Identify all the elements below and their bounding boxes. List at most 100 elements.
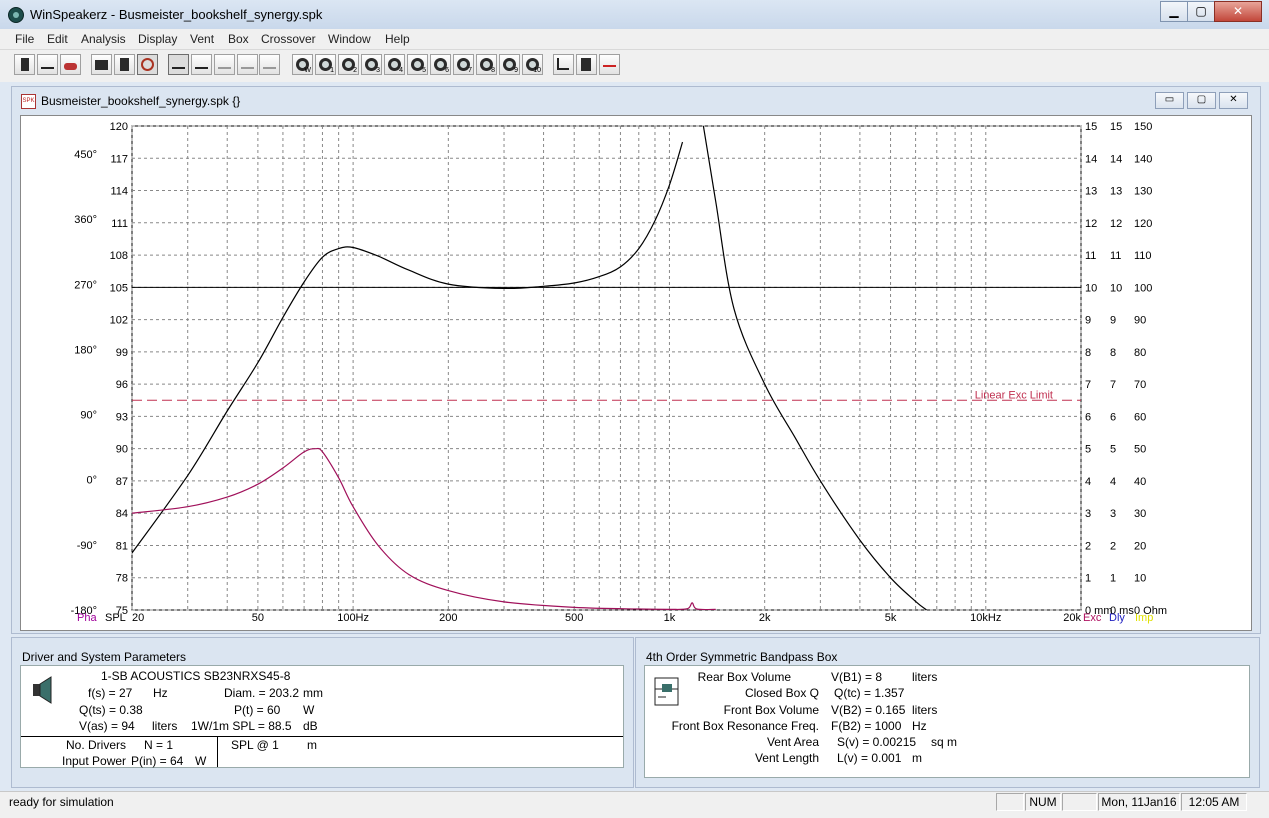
phase-tick-label: 180° [74,344,97,356]
driver-button-10[interactable]: 10 [522,54,543,75]
x-tick-label: 2k [759,612,771,624]
app-icon[interactable] [8,7,24,23]
x-tick-label: 50 [252,612,264,624]
crossover-icon [603,58,616,67]
document-minimize-button[interactable]: ▭ [1155,92,1184,109]
menu-box[interactable]: Box [228,32,249,46]
driver-2-label: 2 [353,67,357,74]
menu-analysis[interactable]: Analysis [81,32,126,46]
driver-6-label: 6 [445,67,449,74]
spl-at-label[interactable]: SPL @ 1 [231,738,279,752]
imp-tick-label: 50 [1134,444,1146,456]
print-button[interactable] [576,54,597,75]
dly-tick-label: 14 [1110,153,1122,165]
crossover-button[interactable] [599,54,620,75]
rear-box-volume-value[interactable]: V(B1) = 8 [831,670,882,684]
front-box-resonance-value[interactable]: F(B2) = 1000 [831,719,901,733]
imp-tick-label: 110 [1134,250,1152,262]
driver-button-9[interactable]: 9 [499,54,520,75]
curve-1-button[interactable] [168,54,189,75]
spl-tick-label: 108 [110,250,128,262]
front-box-resonance-label: Front Box Resonance Freq. [671,719,819,733]
driver-button-8[interactable]: 8 [476,54,497,75]
curve-2-button[interactable] [191,54,212,75]
driver-panel-body: 1-SB ACOUSTICS SB23NRXS45-8 f(s) = 27 Hz… [20,665,624,768]
curve-4-button[interactable] [237,54,258,75]
menu-edit[interactable]: Edit [47,32,68,46]
driver-button-w[interactable]: W [292,54,313,75]
document-title: Busmeister_bookshelf_synergy.spk {} [41,94,241,108]
status-scroll [1062,793,1097,811]
curve-4-icon [241,58,254,69]
driver-button-7[interactable]: 7 [453,54,474,75]
curve-3-button[interactable] [214,54,235,75]
exc-axis-label: Exc [1083,612,1102,624]
bars-icon [95,60,108,70]
driver-button-2[interactable]: 2 [338,54,359,75]
exc-tick-label: 5 [1085,444,1091,456]
graph-button[interactable] [553,54,574,75]
status-date: Mon, 11Jan16 [1098,793,1180,811]
driver-button-6[interactable]: 6 [430,54,451,75]
spl-tick-label: 105 [110,282,128,294]
spl-tick-label: 96 [116,379,128,391]
imp-tick-label: 80 [1134,347,1146,359]
spl-curve [702,126,927,610]
front-box-resonance-unit: Hz [912,719,927,733]
close-button[interactable]: ✕ [1214,1,1262,22]
document-icon: SPK [21,94,36,109]
step-button[interactable] [37,54,58,75]
impedance-button[interactable] [137,54,158,75]
menu-display[interactable]: Display [138,32,177,46]
dly-tick-label: 5 [1110,444,1116,456]
closed-box-q-value[interactable]: Q(tc) = 1.357 [834,686,904,700]
input-power-unit: W [195,754,207,768]
dly-tick-label: 2 [1110,540,1116,552]
front-box-volume-value[interactable]: V(B2) = 0.165 [831,703,905,717]
imp-tick-label: 150 [1134,121,1152,133]
exc-tick-label: 12 [1085,218,1097,230]
vent-length-value[interactable]: L(v) = 0.001 [837,751,901,765]
input-power-value[interactable]: P(in) = 64 [131,754,183,768]
box-panel-title: 4th Order Symmetric Bandpass Box [646,650,838,664]
status-bar: ready for simulation NUM Mon, 11Jan16 12… [0,791,1269,818]
vent-area-value[interactable]: S(v) = 0.00215 [837,735,916,749]
exc-tick-label: 15 [1085,121,1097,133]
driver-pt-unit: W [303,703,315,717]
bars-button[interactable] [91,54,112,75]
x-tick-label: 100Hz [337,612,369,624]
car-button[interactable] [60,54,81,75]
driver-button-4[interactable]: 4 [384,54,405,75]
driver-8-label: 8 [491,67,495,74]
driver-spl: 1W/1m SPL = 88.5 [191,719,292,733]
response-chart-svg: Linear Exc Limit120117114111108105102999… [71,121,1167,624]
driver-name: 1-SB ACOUSTICS SB23NRXS45-8 [101,669,291,683]
document-close-button[interactable]: ✕ [1219,92,1248,109]
front-box-volume-label: Front Box Volume [723,703,819,717]
driver-fs-unit: Hz [153,686,168,700]
status-time: 12:05 AM [1181,793,1247,811]
imp-tick-label: 90 [1134,315,1146,327]
exc-tick-label: 7 [1085,379,1091,391]
no-drivers-value[interactable]: N = 1 [144,738,173,752]
menu-file[interactable]: File [15,32,34,46]
menu-window[interactable]: Window [328,32,371,46]
driver-button-1[interactable]: 1 [315,54,336,75]
curve-3-icon [218,58,231,69]
driver-button-3[interactable]: 3 [361,54,382,75]
menu-crossover[interactable]: Crossover [261,32,316,46]
speaker-button[interactable] [14,54,35,75]
curve-5-button[interactable] [259,54,280,75]
box-button[interactable] [114,54,135,75]
document-restore-button[interactable]: ▢ [1187,92,1216,109]
dly-tick-label: 11 [1110,250,1121,262]
menu-help[interactable]: Help [385,32,410,46]
maximize-button[interactable]: ▢ [1187,1,1215,22]
driver-button-5[interactable]: 5 [407,54,428,75]
minimize-button[interactable]: ▁ [1160,1,1188,22]
dly-tick-label: 9 [1110,315,1116,327]
response-chart[interactable]: Linear Exc Limit 120 117 114 111 108 105 102 99 9… [20,115,1252,631]
driver-w-label: W [304,67,311,74]
menu-vent[interactable]: Vent [190,32,214,46]
exc-tick-label: 2 [1085,540,1091,552]
